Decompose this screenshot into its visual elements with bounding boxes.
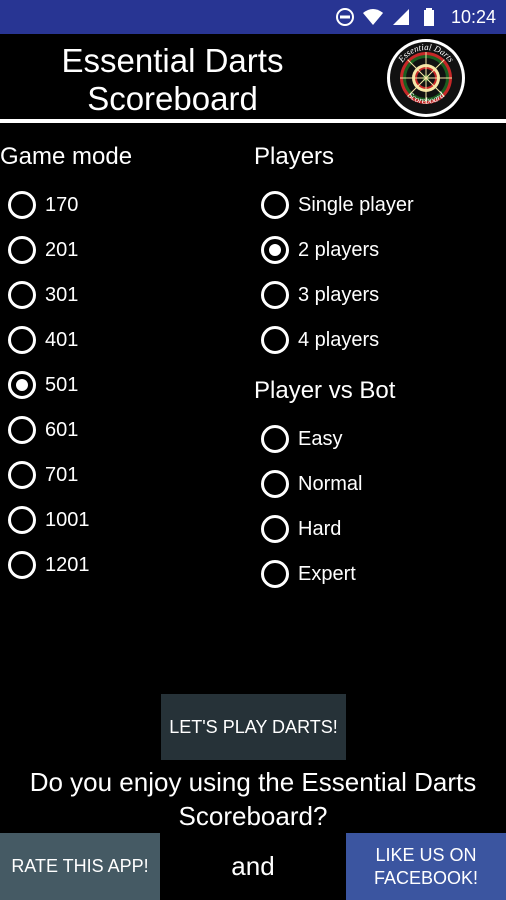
status-bar: 10:24 xyxy=(0,0,506,34)
radio-button[interactable] xyxy=(8,371,36,399)
radio-label: 4 players xyxy=(298,328,380,351)
radio-label: 601 xyxy=(45,418,79,441)
bot-option[interactable]: Expert xyxy=(261,554,356,594)
bot-option[interactable]: Easy xyxy=(261,419,342,459)
players-title: Players xyxy=(254,143,335,170)
game-mode-option[interactable]: 201 xyxy=(8,230,78,270)
radio-label: 301 xyxy=(45,283,79,306)
players-option[interactable]: 2 players xyxy=(261,230,379,270)
radio-label: Hard xyxy=(298,517,342,540)
radio-button[interactable] xyxy=(8,326,36,354)
status-icons: 10:24 xyxy=(335,0,496,34)
players-option[interactable]: 4 players xyxy=(261,320,379,360)
radio-button[interactable] xyxy=(261,560,289,588)
do-not-disturb-icon xyxy=(335,8,354,26)
radio-button[interactable] xyxy=(8,461,36,489)
radio-button[interactable] xyxy=(8,191,36,219)
radio-button[interactable] xyxy=(261,470,289,498)
wifi-icon xyxy=(362,9,383,25)
radio-button[interactable] xyxy=(8,281,36,309)
game-mode-option[interactable]: 601 xyxy=(8,410,78,450)
radio-label: 401 xyxy=(45,328,79,351)
radio-button[interactable] xyxy=(261,281,289,309)
game-mode-option[interactable]: 301 xyxy=(8,275,78,315)
radio-label: 701 xyxy=(45,463,79,486)
radio-label: 2 players xyxy=(298,238,380,261)
header-divider xyxy=(0,119,506,123)
facebook-like-button[interactable]: LIKE US ON FACEBOOK! xyxy=(346,833,506,900)
radio-button[interactable] xyxy=(8,236,36,264)
enjoy-prompt: Do you enjoy using the Essential Darts S… xyxy=(29,767,477,831)
game-mode-option[interactable]: 170 xyxy=(8,185,78,225)
players-option[interactable]: 3 players xyxy=(261,275,379,315)
bot-title: Player vs Bot xyxy=(254,377,396,404)
radio-label: 1001 xyxy=(45,508,90,531)
bot-option[interactable]: Normal xyxy=(261,464,362,504)
radio-button[interactable] xyxy=(261,326,289,354)
clock: 10:24 xyxy=(450,6,496,27)
players-option[interactable]: Single player xyxy=(261,185,414,225)
bot-option[interactable]: Hard xyxy=(261,509,341,549)
radio-label: 3 players xyxy=(298,283,380,306)
battery-icon xyxy=(423,8,434,26)
radio-label: Single player xyxy=(298,193,414,216)
and-label: and xyxy=(231,851,275,881)
radio-label: Normal xyxy=(298,472,363,495)
radio-button[interactable] xyxy=(8,506,36,534)
game-mode-option[interactable]: 501 xyxy=(8,365,78,405)
radio-label: 1201 xyxy=(45,553,90,576)
radio-label: Expert xyxy=(298,562,356,585)
game-mode-title: Game mode xyxy=(0,143,133,170)
rate-app-button[interactable]: RATE THIS APP! xyxy=(0,833,160,900)
facebook-like-label: LIKE US ON FACEBOOK! xyxy=(373,844,479,888)
game-mode-option[interactable]: 701 xyxy=(8,455,78,495)
signal-icon xyxy=(392,9,409,25)
radio-label: 501 xyxy=(45,373,79,396)
radio-button[interactable] xyxy=(261,425,289,453)
game-mode-option[interactable]: 1201 xyxy=(8,545,90,585)
game-mode-option[interactable]: 401 xyxy=(8,320,78,360)
app-title: Essential Darts Scoreboard xyxy=(61,42,284,117)
radio-button[interactable] xyxy=(261,236,289,264)
radio-label: 170 xyxy=(45,193,79,216)
play-darts-button[interactable]: LET'S PLAY DARTS! xyxy=(161,694,346,760)
radio-button[interactable] xyxy=(8,551,36,579)
radio-button[interactable] xyxy=(261,191,289,219)
radio-label: 201 xyxy=(45,238,79,261)
radio-button[interactable] xyxy=(261,515,289,543)
radio-button[interactable] xyxy=(8,416,36,444)
radio-label: Easy xyxy=(298,427,343,450)
dartboard-logo: Essential Darts Scoreboard xyxy=(387,39,465,117)
game-mode-option[interactable]: 1001 xyxy=(8,500,90,540)
